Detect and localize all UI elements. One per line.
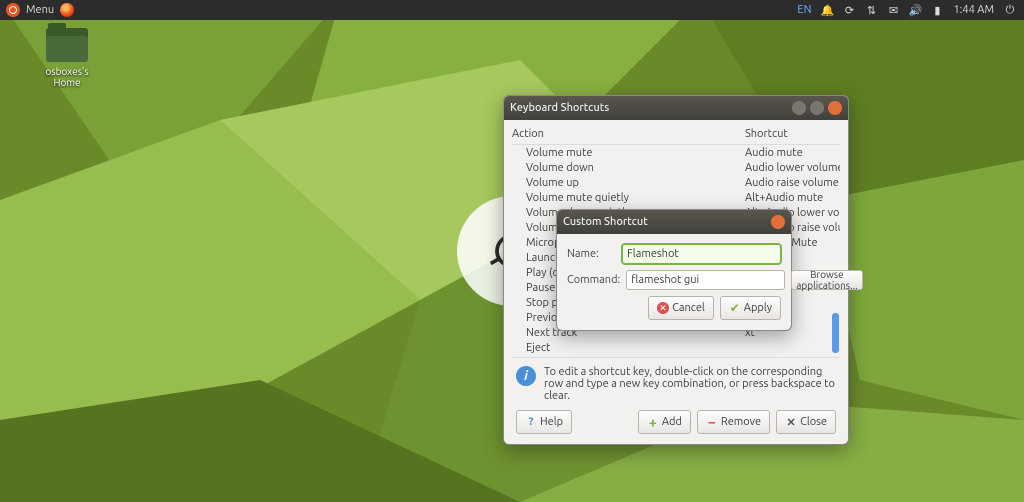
folder-icon <box>46 28 88 62</box>
remove-button[interactable]: −Remove <box>697 410 770 434</box>
plus-icon: + <box>647 416 659 428</box>
table-row[interactable]: Eject <box>512 340 840 355</box>
close-icon: ✕ <box>785 416 797 428</box>
help-button[interactable]: ?Help <box>516 410 572 434</box>
scrollbar-thumb[interactable] <box>832 313 839 353</box>
help-icon: ? <box>525 416 537 428</box>
cancel-icon: ✕ <box>657 302 669 314</box>
network-icon[interactable]: ⇅ <box>865 4 877 16</box>
top-panel: Menu EN 🔔 ⟳ ⇅ ✉ 🔊 ▮ 1:44 AM ⏻ <box>0 0 1024 20</box>
desktop-icon-label: osboxes's Home <box>32 66 102 88</box>
info-icon: i <box>516 366 536 386</box>
notification-icon[interactable]: 🔔 <box>821 4 833 16</box>
cancel-button[interactable]: ✕Cancel <box>648 296 714 320</box>
col-shortcut[interactable]: Shortcut <box>745 128 840 140</box>
power-icon[interactable]: ⏻ <box>1004 4 1016 16</box>
table-row[interactable]: Volume muteAudio mute <box>512 145 840 160</box>
col-action[interactable]: Action <box>512 128 745 140</box>
minus-icon: − <box>706 416 718 428</box>
close-button[interactable] <box>771 215 785 229</box>
close-button[interactable] <box>828 101 842 115</box>
volume-icon[interactable]: 🔊 <box>909 4 921 16</box>
hint-bar: i To edit a shortcut key, double-click o… <box>512 357 840 410</box>
custom-shortcut-dialog: Custom Shortcut Name: Command: Browse ap… <box>556 209 792 331</box>
titlebar[interactable]: Custom Shortcut <box>557 210 791 234</box>
titlebar[interactable]: Keyboard Shortcuts <box>504 96 848 120</box>
command-input[interactable] <box>626 270 785 290</box>
maximize-button[interactable] <box>810 101 824 115</box>
add-button[interactable]: +Add <box>638 410 691 434</box>
browse-applications-button[interactable]: Browse applications... <box>791 270 862 290</box>
name-label: Name: <box>567 248 616 260</box>
table-header: Action Shortcut <box>512 126 840 145</box>
clock[interactable]: 1:44 AM <box>953 4 994 16</box>
mail-icon[interactable]: ✉ <box>887 4 899 16</box>
minimize-button[interactable] <box>792 101 806 115</box>
menu-button[interactable]: Menu <box>26 4 54 16</box>
command-label: Command: <box>567 274 620 286</box>
scrollbar[interactable] <box>830 145 840 355</box>
updates-icon[interactable]: ⟳ <box>843 4 855 16</box>
table-row[interactable]: Volume downAudio lower volume <box>512 160 840 175</box>
table-row[interactable]: Volume mute quietlyAlt+Audio mute <box>512 190 840 205</box>
firefox-icon[interactable] <box>60 3 74 17</box>
dialog-title: Custom Shortcut <box>563 216 767 228</box>
apply-icon: ✔ <box>729 302 741 314</box>
hint-text: To edit a shortcut key, double-click on … <box>544 366 836 402</box>
apply-button[interactable]: ✔Apply <box>720 296 781 320</box>
window-title: Keyboard Shortcuts <box>510 102 788 114</box>
battery-icon[interactable]: ▮ <box>931 4 943 16</box>
language-indicator[interactable]: EN <box>797 4 811 16</box>
close-window-button[interactable]: ✕Close <box>776 410 836 434</box>
table-row[interactable]: Volume upAudio raise volume <box>512 175 840 190</box>
desktop-icon-home[interactable]: osboxes's Home <box>32 28 102 88</box>
distro-menu-icon[interactable] <box>6 3 20 17</box>
name-input[interactable] <box>622 244 781 264</box>
